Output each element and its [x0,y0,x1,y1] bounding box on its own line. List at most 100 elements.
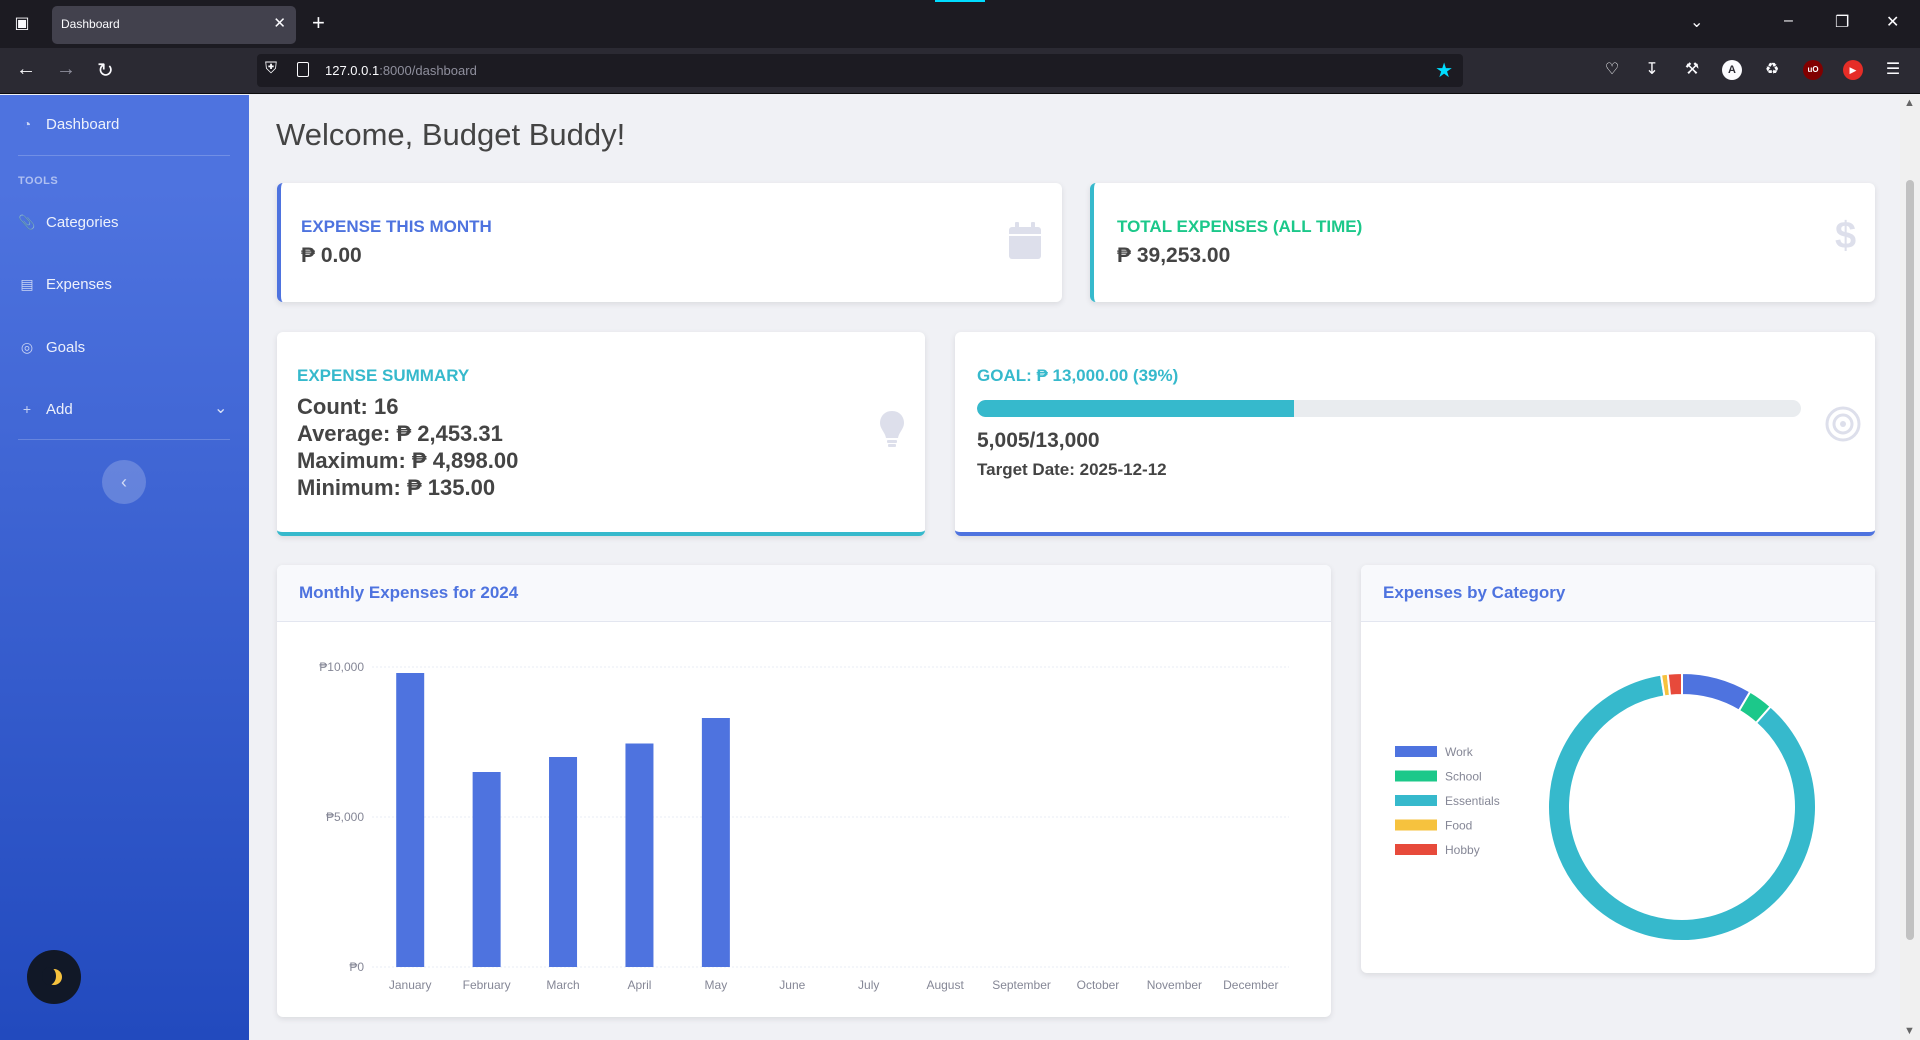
bar[interactable] [625,743,654,968]
scroll-down-icon[interactable]: ▼ [1904,1025,1915,1037]
url-path: :8000/dashboard [379,63,477,78]
x-tick-label: April [627,978,651,992]
legend-label[interactable]: Hobby [1445,843,1480,857]
goal-progress-fill [977,400,1295,417]
sidebar-item-goals[interactable]: ◎ Goals [18,335,85,359]
goal-amounts: 5,005/13,000 [977,429,1100,452]
chart-title: Expenses by Category [1383,583,1566,602]
goal-card: GOAL: ₱ 13,000.00 (39%) 5,005/13,000 Tar… [955,332,1875,536]
bar[interactable] [472,772,501,967]
menu-icon[interactable]: ☰ [1882,59,1904,81]
chevron-down-icon[interactable]: ⌄ [1690,12,1703,32]
summary-count: Count: 16 [297,394,399,419]
shield-icon[interactable]: ⛨ [265,60,277,78]
stat-value: ₱ 39,253.00 [1117,244,1231,267]
x-tick-label: June [779,978,805,992]
legend-label[interactable]: Food [1445,819,1472,833]
bookmark-star-icon[interactable]: ★ [1435,58,1453,83]
sidebar: ◔ Dashboard TOOLS 📎 Categories ▤ Expense… [0,95,249,1040]
total-expenses-card: TOTAL EXPENSES (ALL TIME) ₱ 39,253.00 $ [1090,183,1875,302]
sidebar-divider [18,155,230,156]
monthly-bar-chart: ₱0 ₱5,000 ₱10,000 January February March April… [319,660,1289,992]
wrench-icon[interactable]: ⚒ [1681,59,1703,81]
card-icon: ▤ [20,275,34,292]
tab-title: Dashboard [61,17,120,31]
restore-icon[interactable]: ❐ [1835,12,1849,32]
bar[interactable] [701,718,730,967]
sidebar-item-dashboard[interactable]: ◔ Dashboard [18,112,120,136]
x-tick-label: September [992,978,1051,992]
close-tab-icon[interactable]: ✕ [273,14,286,32]
sidebar-toggle-button[interactable]: ‹ [102,460,146,504]
forward-icon[interactable]: → [56,58,76,81]
goal-target-date: Target Date: 2025-12-12 [977,460,1167,479]
tab-list-icon[interactable]: ▣ [10,12,34,36]
sidebar-item-categories[interactable]: 📎 Categories [18,210,118,234]
doughnut-slice[interactable] [1547,673,1817,942]
legend-swatch [1395,795,1437,806]
back-icon[interactable]: ← [16,58,36,81]
stat-label: EXPENSE THIS MONTH [301,217,492,236]
url-text[interactable]: 127.0.0.1:8000/dashboard [325,63,477,78]
goal-progress-bar [977,400,1801,417]
legend-label[interactable]: School [1445,770,1482,784]
scroll-up-icon[interactable]: ▲ [1904,97,1915,109]
main-content: Welcome, Budget Buddy! EXPENSE THIS MONT… [249,95,1900,1040]
close-window-icon[interactable]: ✕ [1886,12,1899,32]
reload-icon[interactable]: ↻ [97,58,114,83]
dark-mode-toggle-button[interactable] [27,950,81,1004]
pocket-icon[interactable]: ♡ [1601,59,1623,81]
legend-label[interactable]: Essentials [1445,794,1500,808]
gauge-icon: ◔ [22,116,32,132]
x-tick-label: August [926,978,964,992]
sidebar-item-expenses[interactable]: ▤ Expenses [18,272,112,296]
page-icon [297,62,309,77]
sidebar-divider [18,439,230,440]
calendar-icon [1009,222,1041,259]
lightbulb-icon [880,411,904,447]
new-tab-icon[interactable]: + [312,10,325,36]
browser-tab[interactable]: Dashboard ✕ [52,6,296,44]
ublock-icon[interactable]: uO [1803,60,1823,80]
scroll-thumb[interactable] [1906,180,1914,940]
sidebar-item-label: Goals [46,338,86,356]
legend-swatch [1395,819,1437,831]
x-tick-label: February [463,978,511,992]
account-icon[interactable]: A [1722,60,1742,80]
x-tick-label: January [389,978,432,992]
bar[interactable] [396,673,425,967]
x-tick-label: December [1223,978,1278,992]
expense-this-month-card: EXPENSE THIS MONTH ₱ 0.00 [277,183,1062,302]
chevron-down-icon[interactable]: ⌄ [214,398,227,418]
minimize-icon[interactable]: – [1784,12,1793,30]
y-tick-label: ₱10,000 [319,660,364,674]
legend-swatch [1395,844,1437,855]
x-tick-label: May [705,978,728,992]
bar[interactable] [549,757,578,967]
extensions-icon[interactable]: ♻ [1761,59,1783,81]
sidebar-item-label: Dashboard [46,115,120,133]
expense-summary-card: EXPENSE SUMMARY Count: 16 Average: ₱ 2,4… [277,332,925,536]
chart-header: Expenses by Category [1361,565,1875,622]
goal-label: GOAL: ₱ 13,000.00 (39%) [977,366,1179,385]
dollar-icon: $ [1835,215,1857,257]
summary-maximum: Maximum: ₱ 4,898.00 [297,448,519,473]
legend-swatch [1395,770,1437,782]
plus-icon: + [22,401,32,417]
x-tick-label: July [858,978,879,992]
page-scrollbar[interactable]: ▲ ▼ [1900,95,1920,1040]
stat-value: ₱ 0.00 [301,244,362,267]
page-title: Welcome, Budget Buddy! [276,117,626,152]
sidebar-item-add[interactable]: + Add [18,397,73,421]
doughnut-slice[interactable] [1666,671,1683,697]
chart-header: Monthly Expenses for 2024 [277,565,1331,622]
url-bar[interactable]: ⛨ 127.0.0.1:8000/dashboard ★ [257,54,1463,87]
sidebar-item-label: Add [46,400,73,418]
summary-average: Average: ₱ 2,453.31 [297,421,503,446]
sidebar-heading: TOOLS [18,175,59,187]
legend-label[interactable]: Work [1445,745,1474,759]
youtube-icon[interactable]: ▶ [1843,60,1863,80]
doughnut-slice[interactable] [1681,671,1752,712]
download-icon[interactable]: ↧ [1641,59,1663,81]
sidebar-item-label: Expenses [46,275,112,293]
